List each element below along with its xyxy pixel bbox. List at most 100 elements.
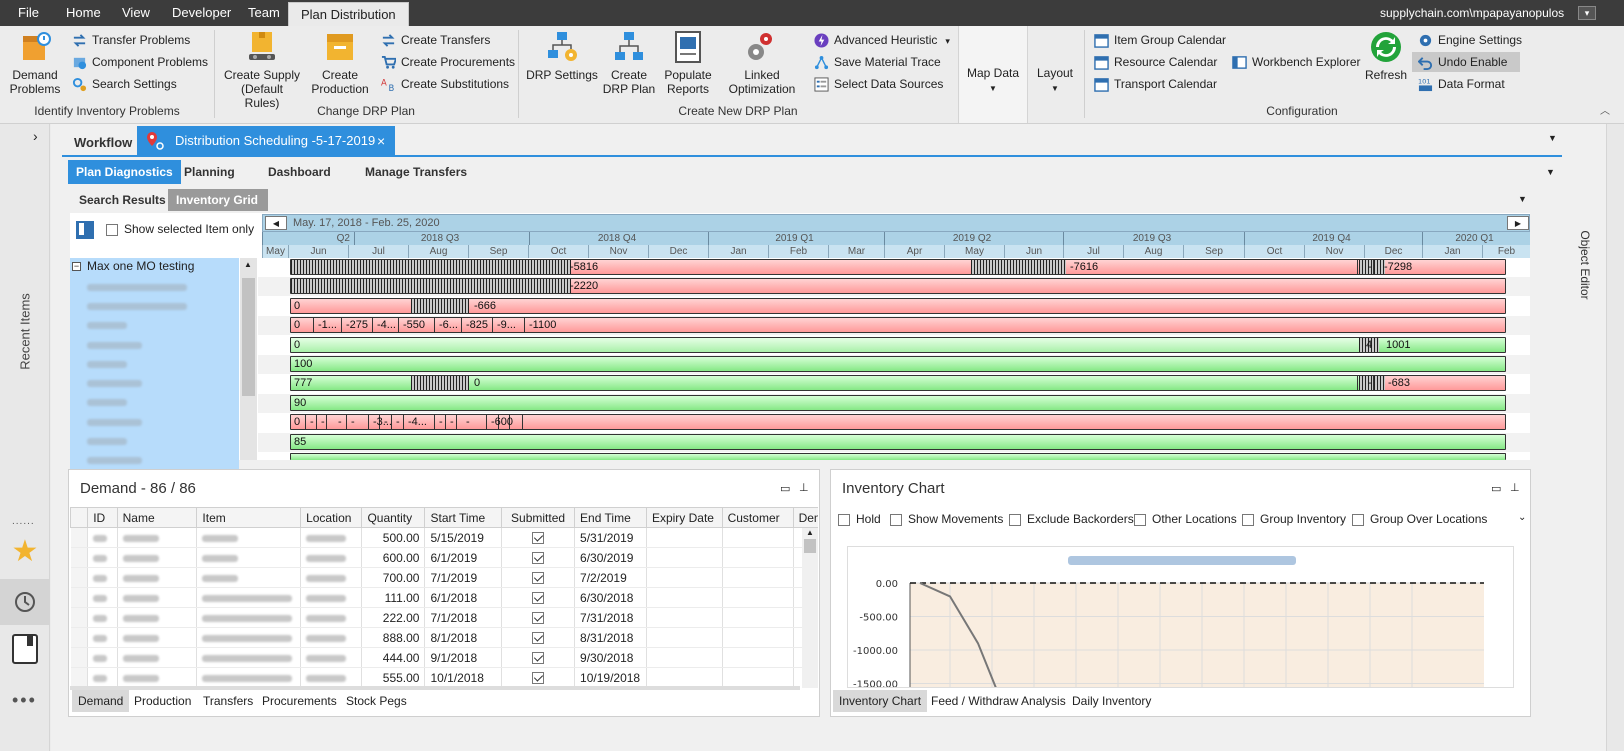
submitted-checkbox[interactable] (532, 632, 545, 645)
submitted-cell[interactable] (501, 627, 576, 648)
account-name[interactable]: supplychain.com\mpapayanopulos (1378, 0, 1566, 26)
data-format-button[interactable]: 101 Data Format (1418, 74, 1505, 94)
tab-distribution-scheduling[interactable]: Distribution Scheduling -5-17-2019 × (137, 126, 395, 156)
tree-item[interactable] (70, 431, 239, 451)
table-row[interactable]: 500.00 5/15/2019 5/31/2019 (70, 527, 818, 548)
column-header[interactable]: Location (300, 507, 363, 528)
select-data-sources-button[interactable]: Select Data Sources (814, 74, 943, 94)
refresh-button[interactable]: Refresh (1360, 30, 1412, 82)
chart-tab-1[interactable]: Feed / Withdraw Analysis (925, 690, 1072, 712)
tab-list-dropdown-icon[interactable]: ▼ (1548, 133, 1557, 143)
create-transfers-button[interactable]: Create Transfers (381, 30, 490, 50)
tree-item[interactable] (70, 393, 239, 413)
chart-tab-2[interactable]: Daily Inventory (1066, 690, 1157, 712)
inventory-bar[interactable]: 0 -1... -275 -4... -550 -6... -825 -9... -1100 (290, 317, 1506, 334)
scroll-right-icon[interactable]: ▶ (1507, 216, 1529, 230)
tab-dashboard[interactable]: Dashboard (260, 160, 339, 184)
transfer-problems-button[interactable]: Transfer Problems (72, 30, 190, 50)
bottom-tab-stock-pegs[interactable]: Stock Pegs (340, 690, 413, 712)
tab-search-results[interactable]: Search Results (71, 189, 174, 211)
create-drp-plan-button[interactable]: Create DRP Plan (600, 30, 658, 96)
bottom-tab-transfers[interactable]: Transfers (197, 690, 259, 712)
history-button[interactable] (0, 579, 50, 625)
tree-group-label[interactable]: Max one MO testing (87, 259, 194, 273)
collapse-group-icon[interactable]: − (72, 262, 81, 271)
account-menu-icon[interactable]: ▾ (1578, 6, 1596, 20)
chart-option-checkbox[interactable]: Group Inventory (1242, 512, 1346, 526)
undo-enable-button[interactable]: Undo Enable (1412, 52, 1520, 72)
chart-option-checkbox[interactable]: Group Over Locations (1352, 512, 1487, 526)
tab-workflow[interactable]: Workflow (66, 128, 140, 158)
inventory-bar[interactable] (290, 453, 1506, 460)
workbench-explorer-button[interactable]: Workbench Explorer (1232, 52, 1361, 72)
more-icon[interactable]: ••• (12, 690, 37, 711)
demand-scrollbar[interactable]: ▲ (802, 528, 818, 688)
inventory-bar[interactable]: 0 4 1001 (290, 336, 1506, 353)
submitted-cell[interactable] (501, 667, 576, 687)
table-row[interactable]: 700.00 7/1/2019 7/2/2019 (70, 567, 818, 588)
table-row[interactable]: 111.00 6/1/2018 6/30/2018 (70, 587, 818, 608)
grid-dropdown-icon[interactable]: ▼ (1518, 194, 1527, 204)
table-row[interactable]: 222.00 7/1/2018 7/31/2018 (70, 607, 818, 628)
submitted-cell[interactable] (501, 567, 576, 588)
bottom-tab-production[interactable]: Production (128, 690, 197, 712)
table-row[interactable]: 888.00 8/1/2018 8/31/2018 (70, 627, 818, 648)
column-header[interactable]: Start Time (424, 507, 503, 528)
submitted-cell[interactable] (501, 647, 576, 668)
maximize-icon[interactable]: ▭ (780, 482, 790, 495)
submitted-checkbox[interactable] (532, 572, 545, 585)
tree-item[interactable] (70, 296, 239, 316)
tab-plan-diagnostics[interactable]: Plan Diagnostics (68, 160, 181, 184)
submitted-checkbox[interactable] (532, 552, 545, 565)
menu-developer[interactable]: Developer (170, 0, 233, 26)
tree-item[interactable] (70, 373, 239, 393)
close-icon[interactable]: × (377, 126, 385, 156)
menu-home[interactable]: Home (64, 0, 103, 26)
create-production-button[interactable]: Create Production (308, 30, 372, 96)
tree-item[interactable] (70, 412, 239, 432)
search-settings-button[interactable]: Search Settings (72, 74, 177, 94)
checkbox[interactable] (1134, 513, 1146, 526)
chart-tab-0[interactable]: Inventory Chart (833, 690, 928, 712)
subtab-dropdown-icon[interactable]: ▼ (1546, 167, 1555, 177)
checkbox[interactable] (1009, 513, 1021, 526)
inventory-bar[interactable]: 0- - - - -3... - - -4... - - - -600 (290, 414, 1506, 431)
tree-item[interactable] (70, 335, 239, 355)
advanced-heuristic-button[interactable]: Advanced Heuristic ▾ (814, 30, 950, 50)
demand-problems-button[interactable]: Demand Problems (8, 30, 62, 96)
create-substitutions-button[interactable]: A B Create Substitutions (381, 74, 509, 94)
bottom-tab-demand[interactable]: Demand (72, 690, 130, 712)
table-row[interactable]: 444.00 9/1/2018 9/30/2018 (70, 647, 818, 668)
resource-calendar-button[interactable]: Resource Calendar (1094, 52, 1217, 72)
create-supply-button[interactable]: Create Supply (Default Rules) (222, 30, 302, 110)
tree-item[interactable] (70, 354, 239, 374)
menu-file[interactable]: File (16, 0, 41, 26)
chart-option-checkbox[interactable]: Hold (838, 512, 881, 526)
inventory-bar[interactable]: 85 (290, 433, 1506, 450)
expand-chevron-icon[interactable]: › (33, 128, 38, 144)
inventory-bar[interactable]: 777 0 - -683 (290, 375, 1506, 392)
submitted-checkbox[interactable] (532, 652, 545, 665)
submitted-cell[interactable] (501, 587, 576, 608)
column-header[interactable]: Dem (792, 507, 818, 528)
chart-option-checkbox[interactable]: Show Movements (890, 512, 1003, 526)
chart-option-checkbox[interactable]: Other Locations (1134, 512, 1237, 526)
inventory-bar[interactable]: 90 (290, 394, 1506, 411)
populate-reports-button[interactable]: Populate Reports (660, 30, 716, 96)
submitted-checkbox[interactable] (532, 612, 545, 625)
show-selected-checkbox[interactable]: Show selected Item only (106, 222, 254, 236)
tree-item[interactable] (70, 277, 239, 297)
submitted-checkbox[interactable] (532, 532, 545, 545)
dropdown-arrow-icon[interactable]: ▾ (945, 36, 950, 46)
menu-team[interactable]: Team (246, 0, 282, 26)
bottom-tab-procurements[interactable]: Procurements (256, 690, 343, 712)
collapse-ribbon-icon[interactable]: ︿ (1600, 102, 1610, 117)
map-data-button[interactable]: Map Data ▼ (960, 66, 1026, 93)
tree-item[interactable] (70, 315, 239, 335)
submitted-cell[interactable] (501, 547, 576, 568)
pin-icon[interactable]: ⊥ (799, 481, 809, 494)
engine-settings-button[interactable]: Engine Settings (1418, 30, 1522, 50)
submitted-checkbox[interactable] (532, 592, 545, 605)
column-header[interactable]: Name (116, 507, 198, 528)
linked-optimization-button[interactable]: Linked Optimization (718, 30, 806, 96)
